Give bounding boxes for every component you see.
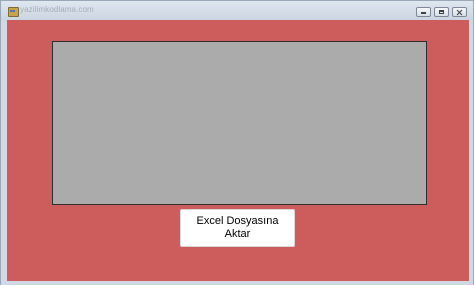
app-window: yazilimkodlama.com Excel Dosyasına Aktar (0, 0, 474, 285)
window-title: yazilimkodlama.com (20, 5, 94, 14)
maximize-button[interactable] (434, 7, 449, 17)
export-to-excel-button[interactable]: Excel Dosyasına Aktar (180, 209, 295, 247)
form-client-area: Excel Dosyasına Aktar (7, 20, 469, 281)
window-bottom-border (1, 281, 473, 285)
minimize-button[interactable] (416, 7, 431, 17)
export-button-label: Excel Dosyasına Aktar (196, 215, 279, 240)
app-icon (8, 7, 19, 17)
data-grid-view[interactable] (52, 41, 427, 205)
close-button[interactable] (452, 7, 467, 17)
title-bar[interactable]: yazilimkodlama.com (1, 1, 473, 20)
